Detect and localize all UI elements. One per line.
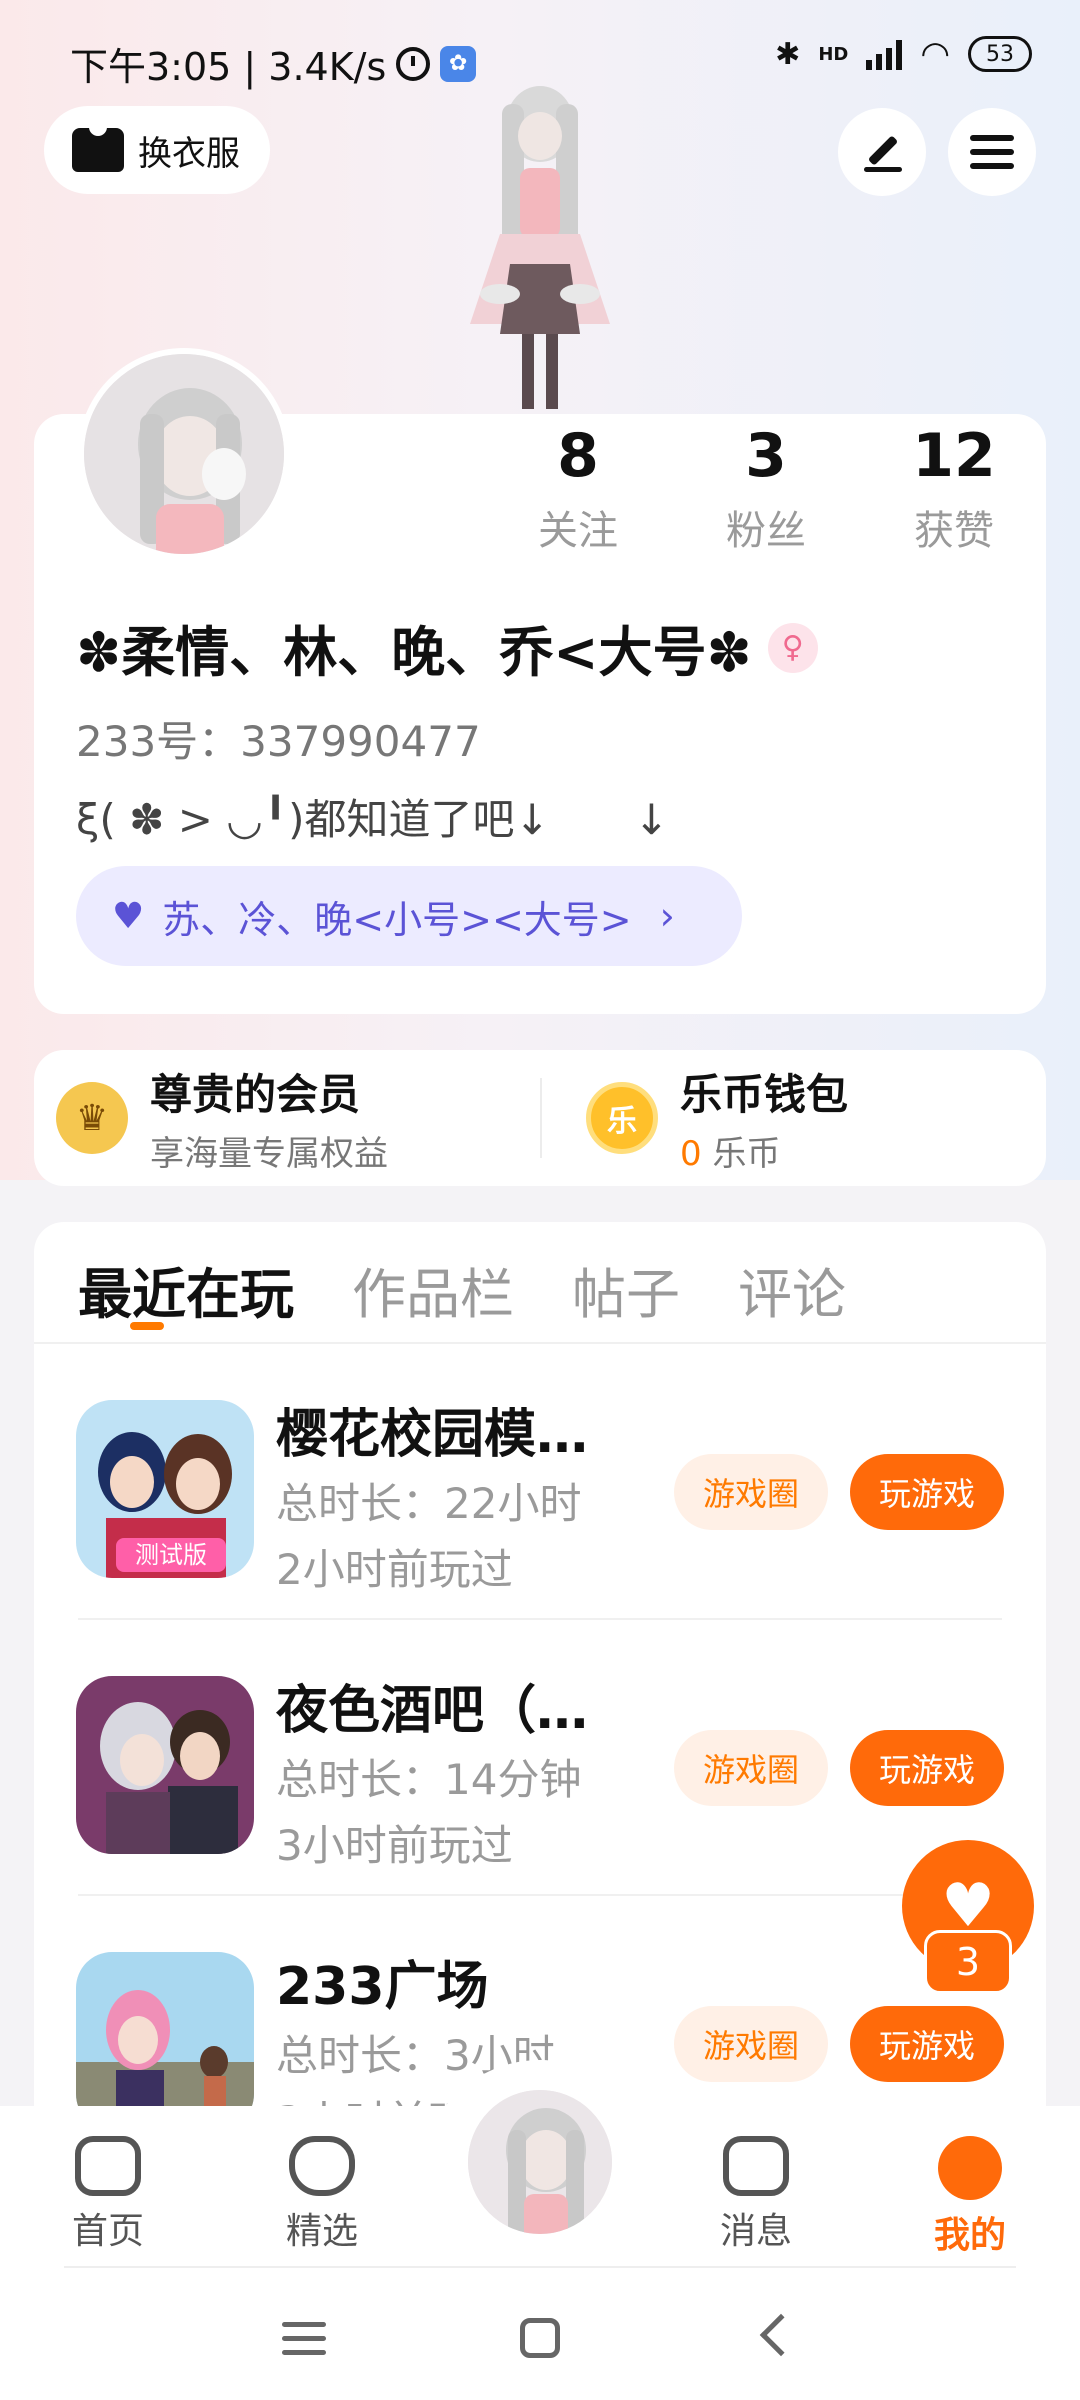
battery-icon: 53 xyxy=(968,36,1032,72)
wallet-entry[interactable]: 乐 乐币钱包 0 乐币 xyxy=(586,1050,848,1186)
cellular-signal-icon xyxy=(866,38,903,70)
edit-icon xyxy=(860,130,904,174)
game-icon: 测试版 xyxy=(76,1400,254,1578)
nav-messages[interactable]: 消息 xyxy=(686,2136,826,2254)
app-notification-icon: ✿ xyxy=(440,45,477,82)
play-game-button[interactable]: 玩游戏 xyxy=(850,2006,1004,2082)
game-row[interactable]: 测试版 樱花校园模… 总时长：22小时 2小时前玩过 游戏圈 玩游戏 xyxy=(34,1344,1046,1620)
game-row[interactable]: 夜色酒吧（… 总时长：14分钟 3小时前玩过 游戏圈 玩游戏 xyxy=(34,1620,1046,1896)
game-name: 樱花校园模… xyxy=(276,1405,589,1465)
vip-title: 尊贵的会员 xyxy=(150,1070,361,1119)
tab-recently-played[interactable]: 最近在玩 xyxy=(78,1250,294,1329)
stat-value: 3 xyxy=(745,421,787,491)
game-last-played: 2小时前玩过 xyxy=(276,1545,513,1594)
active-tab-indicator xyxy=(130,1322,164,1330)
profile-stats: 8 关注 3 粉丝 12 获赞 xyxy=(484,420,1048,556)
content-tabs: 最近在玩 作品栏 帖子 评论 xyxy=(78,1250,846,1329)
menu-button[interactable] xyxy=(948,108,1036,196)
fan-group-button[interactable]: ♥ 苏、冷、晚<小号><大号> › xyxy=(76,866,742,966)
tab-comments[interactable]: 评论 xyxy=(738,1250,846,1329)
shirt-icon xyxy=(72,126,124,172)
game-duration: 总时长：14分钟 xyxy=(276,1755,582,1804)
wifi-icon: ◠ xyxy=(920,34,950,74)
wardrobe-button[interactable]: 换衣服 xyxy=(44,106,270,194)
chevron-right-icon: › xyxy=(659,894,675,938)
female-gender-icon: ♀ xyxy=(767,622,818,673)
nav-label: 我的 xyxy=(933,2215,1006,2256)
system-nav-bar xyxy=(0,2270,1080,2400)
stat-label: 粉丝 xyxy=(726,508,806,554)
coin-icon: 乐 xyxy=(586,1082,658,1154)
game-icon xyxy=(76,1952,254,2130)
wallet-unit: 乐币 xyxy=(712,1134,781,1174)
game-icon xyxy=(76,1676,254,1854)
wardrobe-label: 换衣服 xyxy=(138,133,240,174)
heart-icon: ♥ xyxy=(112,895,145,937)
nav-label: 首页 xyxy=(71,2211,144,2252)
stat-label: 获赞 xyxy=(914,508,994,554)
play-game-button[interactable]: 玩游戏 xyxy=(850,1454,1004,1530)
nickname-text: ✽柔情、林、晚、乔<大号✽ xyxy=(76,621,752,684)
game-icon-image: 测试版 xyxy=(76,1400,254,1578)
profile-screen: 下午3:05 | 3.4K/s ✿ ✱ HD ◠ 53 换衣服 8 关注 3 粉… xyxy=(0,0,1080,2400)
divider xyxy=(64,2266,1016,2268)
gamepad-icon xyxy=(75,2136,141,2196)
edit-profile-button[interactable] xyxy=(838,108,926,196)
game-last-played: 3小时前玩过 xyxy=(276,1821,513,1870)
game-name: 233广场 xyxy=(276,1957,489,2017)
game-icon-image xyxy=(76,1676,254,1854)
tab-posts[interactable]: 帖子 xyxy=(572,1250,680,1329)
divider xyxy=(540,1078,542,1158)
center-avatar-button[interactable] xyxy=(462,2084,618,2240)
face-icon xyxy=(938,2136,1002,2200)
bluetooth-icon: ✱ xyxy=(775,36,801,72)
game-icon-image xyxy=(76,1952,254,2130)
home-icon[interactable] xyxy=(520,2318,560,2358)
game-circle-button[interactable]: 游戏圈 xyxy=(674,1454,828,1530)
game-icon-badge: 测试版 xyxy=(135,1541,207,1569)
tab-works[interactable]: 作品栏 xyxy=(352,1250,514,1329)
menu-icon xyxy=(970,135,1014,169)
crown-icon: ♛ xyxy=(56,1082,128,1154)
game-duration: 总时长：22小时 xyxy=(276,1479,582,1528)
stat-label: 关注 xyxy=(538,508,618,554)
alarm-icon xyxy=(396,46,431,81)
stat-following[interactable]: 8 关注 xyxy=(484,420,672,556)
nickname: ✽柔情、林、晚、乔<大号✽ ♀ xyxy=(76,608,818,687)
stat-value: 8 xyxy=(557,421,599,491)
wallet-amount: 0 xyxy=(680,1134,702,1174)
nav-label: 消息 xyxy=(719,2211,792,2252)
user-bio: ξ( ✽ > ◡╹)都知道了吧↓ ↓ xyxy=(76,795,669,844)
status-right: ✱ HD ◠ 53 xyxy=(775,34,1032,74)
stat-likes[interactable]: 12 获赞 xyxy=(860,420,1048,556)
fan-group-label: 苏、冷、晚<小号><大号> xyxy=(162,897,632,942)
user-id: 233号：337990477 xyxy=(76,717,481,766)
vip-subtitle: 享海量专属权益 xyxy=(150,1134,388,1174)
back-icon[interactable] xyxy=(759,2313,803,2357)
nav-label: 精选 xyxy=(285,2211,358,2252)
heart-diamond-icon xyxy=(289,2136,355,2196)
avatar[interactable] xyxy=(78,348,290,560)
member-wallet-card: ♛ 尊贵的会员 享海量专属权益 乐 乐币钱包 0 乐币 xyxy=(34,1050,1046,1186)
like-count-badge: 3 xyxy=(924,1930,1012,1994)
nav-home[interactable]: 首页 xyxy=(38,2136,178,2254)
nav-me[interactable]: 我的 xyxy=(900,2136,1040,2258)
hd-signal-label: HD xyxy=(818,43,849,65)
nav-featured[interactable]: 精选 xyxy=(252,2136,392,2254)
recent-apps-icon[interactable] xyxy=(282,2322,326,2355)
status-left: 下午3:05 | 3.4K/s ✿ xyxy=(70,36,477,91)
game-name: 夜色酒吧（… xyxy=(276,1681,589,1741)
game-circle-button[interactable]: 游戏圈 xyxy=(674,1730,828,1806)
play-game-button[interactable]: 玩游戏 xyxy=(850,1730,1004,1806)
avatar-character-figure[interactable] xyxy=(440,84,640,414)
status-time-speed: 下午3:05 | 3.4K/s xyxy=(70,45,387,89)
chat-icon xyxy=(723,2136,789,2196)
battery-level: 53 xyxy=(986,41,1014,67)
stat-followers[interactable]: 3 粉丝 xyxy=(672,420,860,556)
wallet-balance: 0 乐币 xyxy=(680,1126,848,1175)
stat-value: 12 xyxy=(912,421,996,491)
wallet-title: 乐币钱包 xyxy=(680,1070,849,1119)
game-circle-button[interactable]: 游戏圈 xyxy=(674,2006,828,2082)
vip-member-entry[interactable]: ♛ 尊贵的会员 享海量专属权益 xyxy=(56,1050,388,1186)
